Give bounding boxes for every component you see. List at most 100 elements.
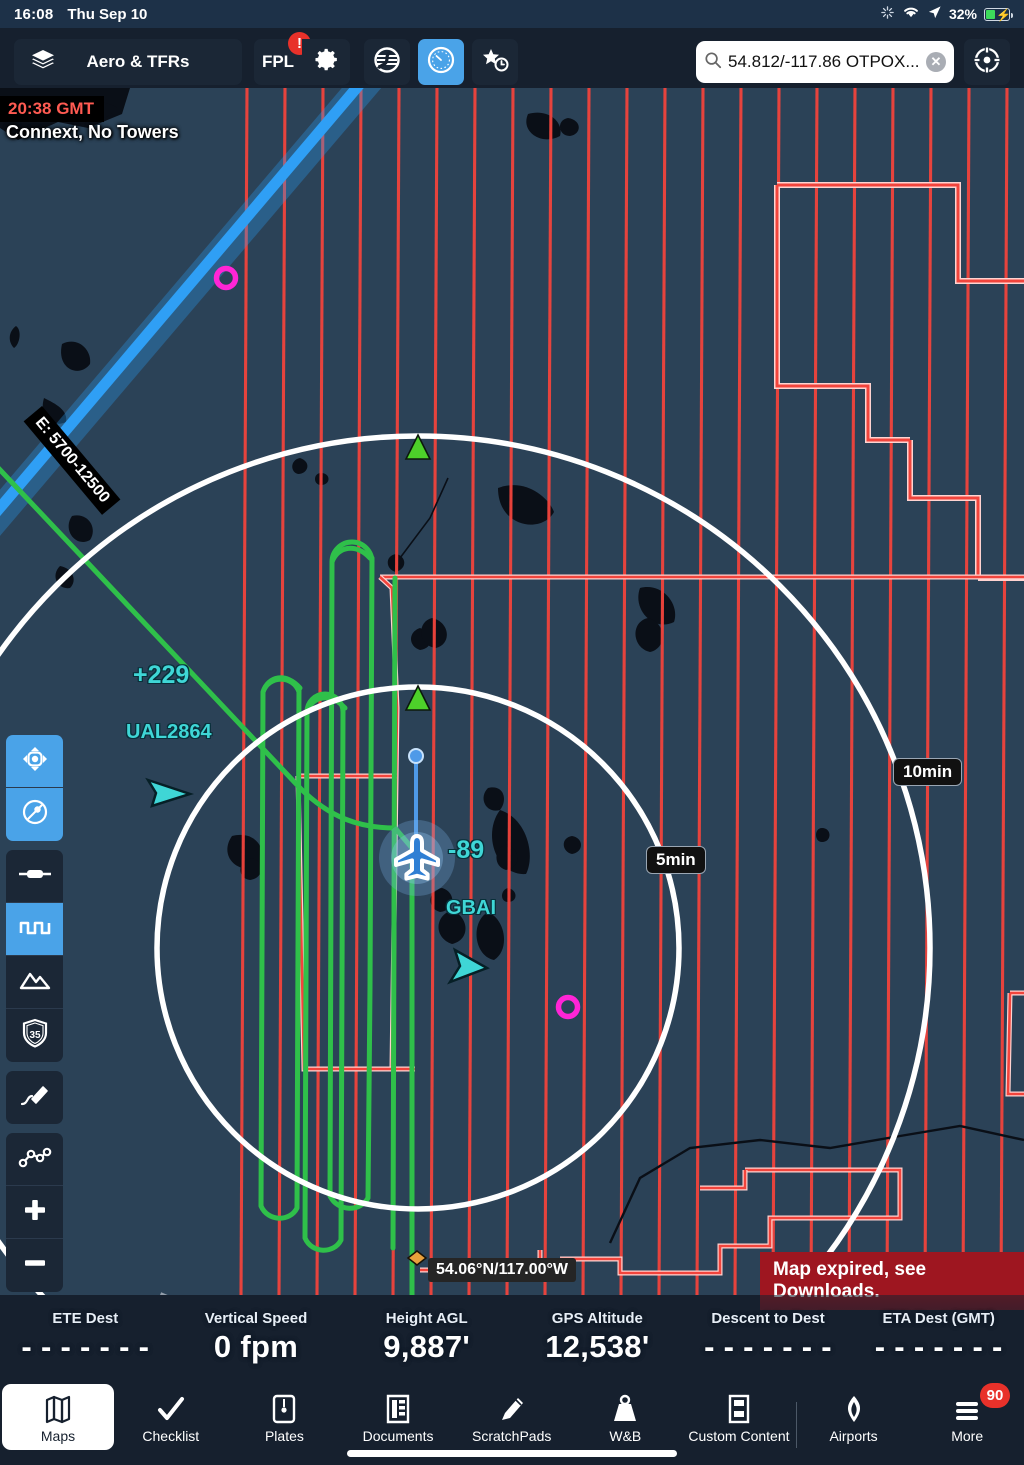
- traffic-callsign-gbai: GBAI: [446, 897, 496, 919]
- range-ring-label-10min: 10min: [893, 758, 963, 786]
- status-date: Thu Sep 10: [67, 5, 148, 23]
- tab-more[interactable]: 90 More: [910, 1383, 1024, 1450]
- route-loop-heads: [260, 539, 375, 713]
- data-value: 9,887': [383, 1329, 471, 1364]
- hamburger-icon: [952, 1390, 982, 1424]
- draw-button[interactable]: [6, 1071, 63, 1124]
- data-field-descent-to-dest[interactable]: Descent to Dest - - - - - - -: [683, 1295, 854, 1380]
- connext-status-label: Connext, No Towers: [6, 122, 179, 142]
- map-tool-group-3: [6, 1071, 63, 1124]
- route-nodes-button[interactable]: [6, 1133, 63, 1186]
- tab-documents[interactable]: Documents: [341, 1384, 455, 1450]
- map-tool-group-4: [6, 1133, 63, 1292]
- range-ring-10min: [0, 433, 933, 1295]
- tab-maps[interactable]: Maps: [2, 1384, 114, 1450]
- tab-wb[interactable]: W&B: [569, 1384, 683, 1450]
- airway-corridor: [0, 88, 382, 536]
- plate-page-icon: [271, 1390, 297, 1424]
- clear-search-icon[interactable]: ✕: [926, 52, 946, 72]
- fpl-label: FPL: [261, 52, 295, 71]
- battery-charging-icon: ⚡: [984, 7, 1013, 22]
- airport-diamond-icon: [841, 1390, 867, 1424]
- svg-text:35: 35: [29, 1030, 41, 1041]
- home-indicator[interactable]: [347, 1450, 677, 1457]
- location-arrow-icon: [927, 5, 942, 24]
- documents-icon: [384, 1390, 412, 1424]
- ownship-symbol: [379, 820, 455, 896]
- zoom-out-button[interactable]: [6, 1239, 63, 1292]
- tab-label: Maps: [40, 1428, 76, 1444]
- layers-label: Aero & TFRs: [86, 52, 190, 71]
- center-on-aircraft-button[interactable]: [6, 735, 63, 788]
- altitude-profile-button[interactable]: [6, 903, 63, 956]
- favorites-recents-icon: [480, 46, 510, 79]
- locate-me-button[interactable]: [964, 39, 1010, 85]
- map-vector-layer: [0, 88, 1024, 1295]
- zoom-out-icon: [22, 1250, 48, 1281]
- data-value: - - - - - - -: [874, 1329, 1003, 1364]
- data-label: ETA Dest (GMT): [882, 1310, 995, 1327]
- map-tool-group-2: 35: [6, 850, 63, 1062]
- settings-button[interactable]: [302, 39, 350, 85]
- fpl-button[interactable]: FPL !: [254, 32, 311, 85]
- tab-label: Documents: [362, 1428, 434, 1444]
- data-field-eta-dest[interactable]: ETA Dest (GMT) - - - - - - -: [853, 1295, 1024, 1380]
- tab-label: Custom Content: [688, 1428, 790, 1444]
- data-value: - - - - - - -: [21, 1329, 150, 1364]
- route-nodes-icon: [18, 1145, 52, 1174]
- data-field-gps-altitude[interactable]: GPS Altitude 12,538': [512, 1295, 683, 1380]
- data-label: Height AGL: [385, 1310, 468, 1327]
- data-field-vertical-speed[interactable]: Vertical Speed 0 fpm: [171, 1295, 342, 1380]
- zoom-in-button[interactable]: [6, 1186, 63, 1239]
- ios-status-bar: 16:08 Thu Sep 10 32% ⚡: [0, 0, 1024, 28]
- bluetooth-icon: [880, 5, 895, 23]
- data-field-ete-dest[interactable]: ETE Dest - - - - - - -: [0, 1295, 171, 1380]
- data-label: GPS Altitude: [551, 1310, 643, 1327]
- tab-label: ScratchPads: [472, 1428, 552, 1444]
- status-time: 16:08: [14, 5, 54, 23]
- layers-button[interactable]: Aero & TFRs: [14, 39, 242, 85]
- map-tool-strip: 35: [6, 735, 63, 1301]
- data-value: - - - - - - -: [704, 1329, 832, 1364]
- traffic-symbol-gbai: [446, 947, 490, 985]
- terrain-button[interactable]: [6, 956, 63, 1009]
- tab-label: Checklist: [142, 1428, 200, 1444]
- track-up-mode-button[interactable]: [6, 788, 63, 841]
- tfr-hatch-lines: [239, 88, 1009, 1295]
- search-input[interactable]: 54.812/-117.86 OTPOX...: [728, 52, 920, 72]
- data-value: 12,538': [545, 1329, 650, 1364]
- tab-custom-content[interactable]: Custom Content: [682, 1384, 796, 1450]
- draw-pen-icon: [19, 1082, 51, 1113]
- scratchpad-icon: [373, 46, 401, 79]
- range-ring-label-5min: 5min: [646, 846, 706, 874]
- coordinate-readout: 54.06°N/117.00°W: [428, 1258, 576, 1282]
- tab-label: Plates: [264, 1428, 304, 1444]
- data-label: Descent to Dest: [711, 1310, 825, 1327]
- moving-map-canvas[interactable]: E: 5700-12500: [0, 88, 1024, 1295]
- settings-gear-icon: [313, 46, 340, 78]
- search-box[interactable]: 54.812/-117.86 OTPOX... ✕: [696, 41, 954, 83]
- scratchpad-button[interactable]: [364, 39, 410, 85]
- tab-checklist[interactable]: Checklist: [114, 1384, 228, 1450]
- tab-plates[interactable]: Plates: [228, 1384, 342, 1450]
- traffic-altitude-ual2864: +229: [133, 661, 190, 689]
- data-field-height-agl[interactable]: Height AGL 9,887': [341, 1295, 512, 1380]
- range-ring-markers: [404, 433, 432, 711]
- traffic-symbol-ual2864: [145, 777, 195, 808]
- gmt-time-chip: 20:38 GMT: [0, 96, 104, 122]
- speed-limit-button[interactable]: 35: [6, 1009, 63, 1062]
- terrain-icon: [19, 969, 51, 996]
- foreflight-app-window: 16:08 Thu Sep 10 32% ⚡ Aero & TFRs FPL !…: [0, 0, 1024, 1465]
- flight-level-bar-button[interactable]: [6, 850, 63, 903]
- map-icon: [43, 1390, 73, 1424]
- favorites-recents-button[interactable]: [472, 39, 518, 85]
- altitude-profile-icon: [19, 916, 51, 943]
- tab-scratchpads[interactable]: ScratchPads: [455, 1384, 569, 1450]
- map-tool-group-1: [6, 735, 63, 841]
- checkmark-icon: [156, 1390, 186, 1424]
- speed-limit-35-shield-icon: 35: [21, 1018, 49, 1053]
- flight-level-bar-icon: [18, 865, 51, 888]
- tab-airports[interactable]: Airports: [797, 1384, 911, 1450]
- instruments-button[interactable]: [418, 39, 464, 85]
- more-badge-count: 90: [980, 1383, 1010, 1408]
